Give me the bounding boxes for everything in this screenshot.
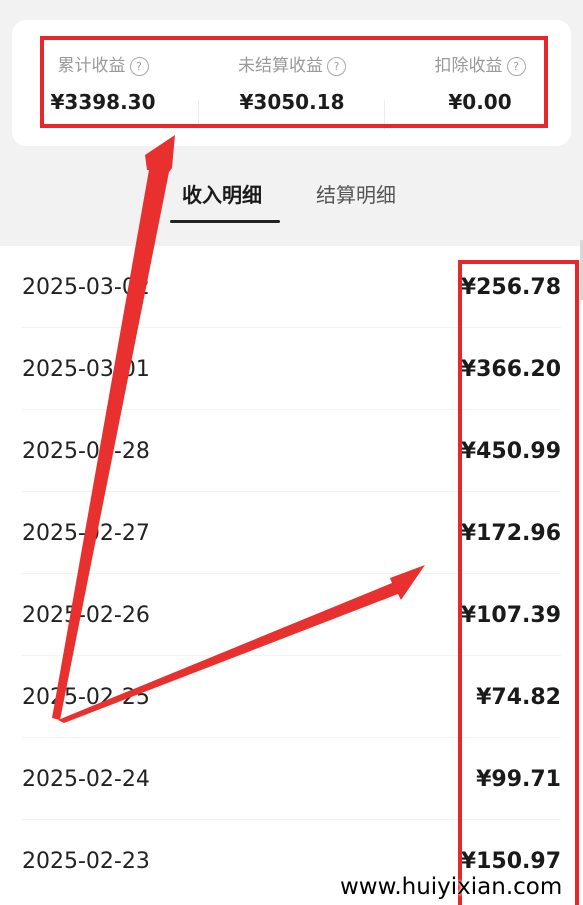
help-icon[interactable]: ? [506, 56, 526, 76]
list-item[interactable]: 2025-02-27 ¥172.96 [0, 492, 583, 574]
record-amount: ¥74.82 [476, 685, 561, 710]
record-date: 2025-02-28 [22, 439, 150, 464]
total-income-stat: 累计收益 ? ¥3398.30 [18, 54, 188, 115]
record-date: 2025-03-01 [22, 357, 150, 382]
record-amount: ¥172.96 [460, 521, 561, 546]
detail-tabs: 收入明细 结算明细 [0, 166, 583, 223]
list-item[interactable]: 2025-02-24 ¥99.71 [0, 738, 583, 820]
record-date: 2025-02-24 [22, 767, 150, 792]
list-item[interactable]: 2025-02-25 ¥74.82 [0, 656, 583, 738]
record-amount: ¥256.78 [460, 275, 561, 300]
record-date: 2025-02-26 [22, 603, 150, 628]
list-item[interactable]: 2025-03-01 ¥366.20 [0, 328, 583, 410]
unsettled-income-value: ¥3050.18 [239, 90, 345, 114]
deductions-label: 扣除收益 [434, 56, 503, 76]
tab-settlement-details[interactable]: 结算明细 [316, 182, 396, 208]
record-date: 2025-03-02 [22, 275, 150, 300]
earnings-summary-card: 累计收益 ? ¥3398.30 未结算收益 ? ¥3050.18 扣除收益 ? … [12, 20, 571, 146]
help-icon[interactable]: ? [129, 56, 149, 76]
active-tab-indicator [170, 220, 280, 223]
unsettled-income-stat: 未结算收益 ? ¥3050.18 [207, 54, 377, 115]
record-date: 2025-02-23 [22, 849, 150, 874]
record-amount: ¥450.99 [460, 439, 561, 464]
record-amount: ¥99.71 [476, 767, 561, 792]
total-income-label: 累计收益 [57, 56, 126, 76]
total-income-value: ¥3398.30 [50, 90, 156, 114]
stat-divider [384, 100, 385, 130]
deductions-stat: 扣除收益 ? ¥0.00 [395, 54, 565, 115]
list-item[interactable]: 2025-03-02 ¥256.78 [0, 246, 583, 328]
list-item[interactable]: 2025-02-26 ¥107.39 [0, 574, 583, 656]
watermark-text: www.huiyixian.com [340, 874, 563, 900]
tab-income-details[interactable]: 收入明细 [182, 182, 262, 208]
deductions-value: ¥0.00 [448, 90, 512, 114]
record-date: 2025-02-25 [22, 685, 150, 710]
record-date: 2025-02-27 [22, 521, 150, 546]
record-amount: ¥107.39 [460, 603, 561, 628]
list-item[interactable]: 2025-02-28 ¥450.99 [0, 410, 583, 492]
stat-divider [198, 100, 199, 130]
income-records-list: 2025-03-02 ¥256.78 2025-03-01 ¥366.20 20… [0, 246, 583, 905]
help-icon[interactable]: ? [327, 56, 346, 76]
unsettled-income-label: 未结算收益 [238, 56, 323, 76]
record-amount: ¥366.20 [460, 357, 561, 382]
